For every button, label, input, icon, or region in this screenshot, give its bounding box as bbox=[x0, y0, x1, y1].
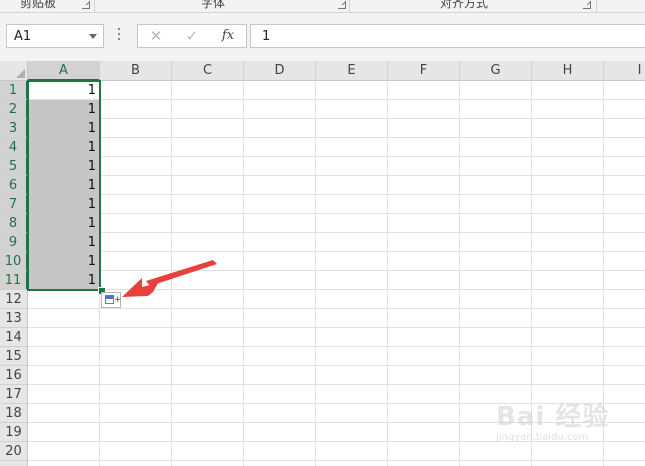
column-header-c[interactable]: C bbox=[172, 61, 244, 80]
gridline-horizontal bbox=[28, 194, 645, 195]
gridline-horizontal bbox=[28, 175, 645, 176]
gridline-horizontal bbox=[28, 118, 645, 119]
row-header-15[interactable]: 15 bbox=[0, 347, 27, 366]
row-header-2[interactable]: 2 bbox=[0, 100, 28, 119]
row-header-17[interactable]: 17 bbox=[0, 385, 27, 404]
gridline-horizontal bbox=[28, 156, 645, 157]
ribbon-group-label-strip: 剪贴板 字体 对齐方式 bbox=[0, 0, 645, 13]
gridline-vertical bbox=[387, 81, 388, 466]
formula-value: 1 bbox=[262, 29, 271, 44]
name-box-value: A1 bbox=[14, 29, 32, 44]
column-header-h[interactable]: H bbox=[532, 61, 604, 80]
insert-function-icon[interactable]: fx bbox=[216, 27, 240, 45]
row-header-11[interactable]: 11 bbox=[0, 271, 28, 290]
column-header-b[interactable]: B bbox=[100, 61, 172, 80]
watermark-logo: Bai 经验 jingyan.baidu.com bbox=[496, 390, 645, 460]
row-header-3[interactable]: 3 bbox=[0, 119, 28, 138]
row-header-13[interactable]: 13 bbox=[0, 309, 27, 328]
drag-handle-icon[interactable] bbox=[118, 28, 121, 42]
group-separator bbox=[94, 0, 95, 12]
row-headers: 1 2 3 4 5 6 7 8 9 10 11 12 13 14 15 16 17 18 19 20 bbox=[0, 81, 28, 466]
row-header-16[interactable]: 16 bbox=[0, 366, 27, 385]
group-separator bbox=[349, 0, 350, 12]
auto-fill-options-button[interactable]: + bbox=[101, 292, 122, 308]
group-label-clipboard: 剪贴板 bbox=[20, 0, 57, 10]
column-header-g[interactable]: G bbox=[460, 61, 532, 80]
group-label-alignment: 对齐方式 bbox=[440, 0, 489, 10]
gridline-horizontal bbox=[28, 327, 645, 328]
gridline-horizontal bbox=[28, 213, 645, 214]
row-header-5[interactable]: 5 bbox=[0, 157, 28, 176]
watermark-url: jingyan.baidu.com bbox=[496, 432, 589, 443]
chevron-down-icon[interactable] bbox=[89, 34, 97, 39]
auto-fill-icon bbox=[105, 295, 114, 304]
watermark-brand: Bai 经验 bbox=[496, 402, 610, 432]
gridline-horizontal bbox=[28, 99, 645, 100]
group-separator bbox=[596, 0, 597, 12]
group-label-font: 字体 bbox=[201, 0, 226, 10]
gridline-horizontal bbox=[28, 137, 645, 138]
row-header-7[interactable]: 7 bbox=[0, 195, 28, 214]
gridline-horizontal bbox=[28, 460, 645, 461]
row-header-14[interactable]: 14 bbox=[0, 328, 27, 347]
plus-icon: + bbox=[114, 295, 122, 305]
gridline-horizontal bbox=[28, 365, 645, 366]
column-header-f[interactable]: F bbox=[388, 61, 460, 80]
gridline-vertical bbox=[243, 81, 244, 466]
row-header-20[interactable]: 20 bbox=[0, 442, 27, 461]
selection-border bbox=[27, 80, 101, 291]
gridline-horizontal bbox=[28, 384, 645, 385]
clipboard-dialog-launcher-icon[interactable] bbox=[82, 1, 90, 9]
row-header-6[interactable]: 6 bbox=[0, 176, 28, 195]
row-header-4[interactable]: 4 bbox=[0, 138, 28, 157]
row-header-12[interactable]: 12 bbox=[0, 290, 27, 309]
column-header-d[interactable]: D bbox=[244, 61, 316, 80]
column-headers: ABCDEFGHI bbox=[28, 61, 645, 81]
column-header-i[interactable]: I bbox=[604, 61, 645, 80]
font-dialog-launcher-icon[interactable] bbox=[338, 1, 346, 9]
gridline-vertical bbox=[459, 81, 460, 466]
name-box[interactable]: A1 bbox=[6, 24, 104, 48]
row-header-19[interactable]: 19 bbox=[0, 423, 27, 442]
alignment-dialog-launcher-icon[interactable] bbox=[583, 1, 591, 9]
row-header-9[interactable]: 9 bbox=[0, 233, 28, 252]
column-header-e[interactable]: E bbox=[316, 61, 388, 80]
check-icon[interactable]: ✓ bbox=[180, 27, 204, 45]
gridline-horizontal bbox=[28, 289, 645, 290]
row-header-10[interactable]: 10 bbox=[0, 252, 28, 271]
formula-bar: A1 ✕ ✓ fx 1 bbox=[0, 13, 645, 61]
gridline-horizontal bbox=[28, 346, 645, 347]
cancel-icon[interactable]: ✕ bbox=[144, 27, 168, 45]
column-header-a[interactable]: A bbox=[28, 61, 100, 81]
gridline-horizontal bbox=[28, 308, 645, 309]
gridline-horizontal bbox=[28, 251, 645, 252]
gridline-horizontal bbox=[28, 232, 645, 233]
formula-buttons: ✕ ✓ fx bbox=[137, 24, 247, 48]
select-all-button[interactable] bbox=[0, 61, 28, 81]
gridline-horizontal bbox=[28, 270, 645, 271]
row-header-1[interactable]: 1 bbox=[0, 81, 28, 100]
row-header-8[interactable]: 8 bbox=[0, 214, 28, 233]
gridline-vertical bbox=[171, 81, 172, 466]
formula-input[interactable]: 1 bbox=[250, 24, 645, 48]
row-header-18[interactable]: 18 bbox=[0, 404, 27, 423]
gridline-vertical bbox=[315, 81, 316, 466]
